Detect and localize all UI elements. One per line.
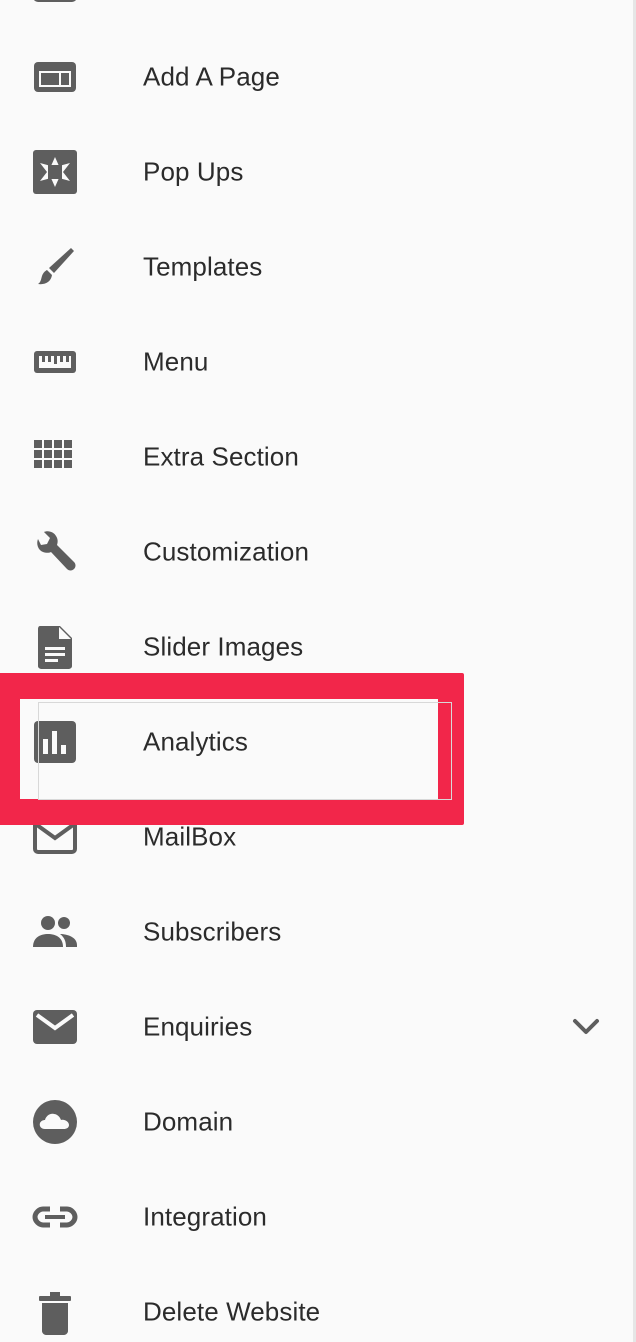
menu-item-slider-images[interactable]: Slider Images	[0, 599, 633, 694]
menu-item-mailbox[interactable]: MailBox	[0, 789, 633, 884]
menu-item-customization[interactable]: Customization	[0, 504, 633, 599]
menu-item-domain[interactable]: Domain	[0, 1074, 633, 1169]
partial-icon	[33, 0, 77, 2]
menu-item-enquiries[interactable]: Enquiries	[0, 979, 633, 1074]
wrench-icon	[30, 527, 80, 577]
menu-item-label: MailBox	[143, 821, 237, 851]
menu-item-label: Menu	[143, 346, 209, 376]
menu-item-label: Integration	[143, 1201, 267, 1231]
menu-item-pop-ups[interactable]: Pop Ups	[0, 124, 633, 219]
menu-item-delete-website[interactable]: Delete Website	[0, 1264, 633, 1342]
brush-icon	[30, 242, 80, 292]
trash-icon	[30, 1287, 80, 1337]
ruler-icon	[30, 337, 80, 387]
menu-item-label: Templates	[143, 251, 263, 281]
menu-list: Add A Page Pop Ups Templates Menu Extra …	[0, 29, 633, 1342]
popup-icon	[30, 147, 80, 197]
menu-item-label: Pop Ups	[143, 156, 244, 186]
menu-item-templates[interactable]: Templates	[0, 219, 633, 314]
menu-item-analytics[interactable]: Analytics	[0, 694, 633, 789]
link-icon	[30, 1192, 80, 1242]
menu-item-label: Slider Images	[143, 631, 304, 661]
cloud-icon	[30, 1097, 80, 1147]
people-icon	[30, 907, 80, 957]
mail-outline-icon	[30, 812, 80, 862]
menu-item-label: Extra Section	[143, 441, 299, 471]
menu-item-extra-section[interactable]: Extra Section	[0, 409, 633, 504]
navigation-drawer: Add A Page Pop Ups Templates Menu Extra …	[0, 0, 636, 1342]
bar-chart-icon	[30, 717, 80, 767]
chevron-down-icon[interactable]	[568, 1009, 604, 1045]
menu-item-label: Enquiries	[143, 1011, 253, 1041]
menu-item-label: Delete Website	[143, 1296, 321, 1326]
menu-item-label: Domain	[143, 1106, 234, 1136]
menu-item-label: Customization	[143, 536, 310, 566]
web-page-icon	[30, 52, 80, 102]
menu-item-label: Subscribers	[143, 916, 282, 946]
mail-icon	[30, 1002, 80, 1052]
menu-item-subscribers[interactable]: Subscribers	[0, 884, 633, 979]
menu-item-menu[interactable]: Menu	[0, 314, 633, 409]
menu-item-label: Add A Page	[143, 61, 280, 91]
document-icon	[30, 622, 80, 672]
menu-item-add-a-page[interactable]: Add A Page	[0, 29, 633, 124]
grid-icon	[30, 432, 80, 482]
menu-item-integration[interactable]: Integration	[0, 1169, 633, 1264]
menu-item-label: Analytics	[143, 726, 248, 756]
